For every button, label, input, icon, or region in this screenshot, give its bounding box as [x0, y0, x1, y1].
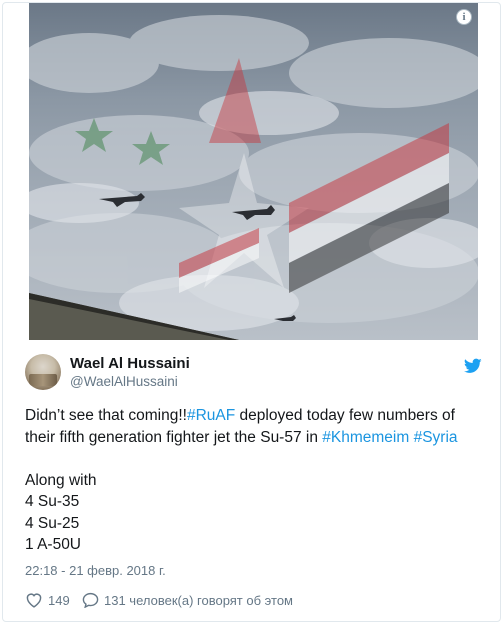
speech-bubble-icon	[82, 592, 99, 608]
twitter-bird-icon[interactable]	[464, 358, 482, 374]
heart-icon	[26, 593, 42, 608]
like-count: 149	[48, 592, 70, 608]
embedded-tweet-card: i Wael Al Hussaini @WaelAlHussaini Didn’…	[2, 2, 501, 622]
hashtag-khmemeim-link[interactable]: #Khmemeim	[322, 429, 409, 446]
photo-illustration	[29, 15, 478, 340]
tweet-timestamp-link[interactable]: 22:18 - 21 февр. 2018 г.	[25, 563, 166, 578]
tweet-text: Didn’t see that coming!!#RuAF deployed t…	[25, 405, 487, 556]
tweet-text-part: Didn’t see that coming!!	[25, 407, 187, 424]
author-avatar[interactable]	[25, 354, 61, 390]
tweet-media-photo[interactable]: i	[29, 3, 478, 340]
hashtag-ruaf-link[interactable]: #RuAF	[187, 407, 235, 424]
like-button[interactable]: 149	[25, 590, 70, 610]
author-handle[interactable]: @WaelAlHussaini	[70, 374, 178, 389]
author-name[interactable]: Wael Al Hussaini	[70, 355, 190, 372]
media-info-icon[interactable]: i	[456, 9, 472, 25]
tweet-text-part: Along with 4 Su-35 4 Su-25 1 A-50U	[25, 471, 97, 553]
replies-text: 131 человек(а) говорят об этом	[104, 592, 293, 608]
tweet-header: Wael Al Hussaini @WaelAlHussaini	[25, 354, 485, 394]
reply-button[interactable]: 131 человек(а) говорят об этом	[82, 590, 293, 610]
hashtag-syria-link[interactable]: #Syria	[414, 429, 458, 446]
